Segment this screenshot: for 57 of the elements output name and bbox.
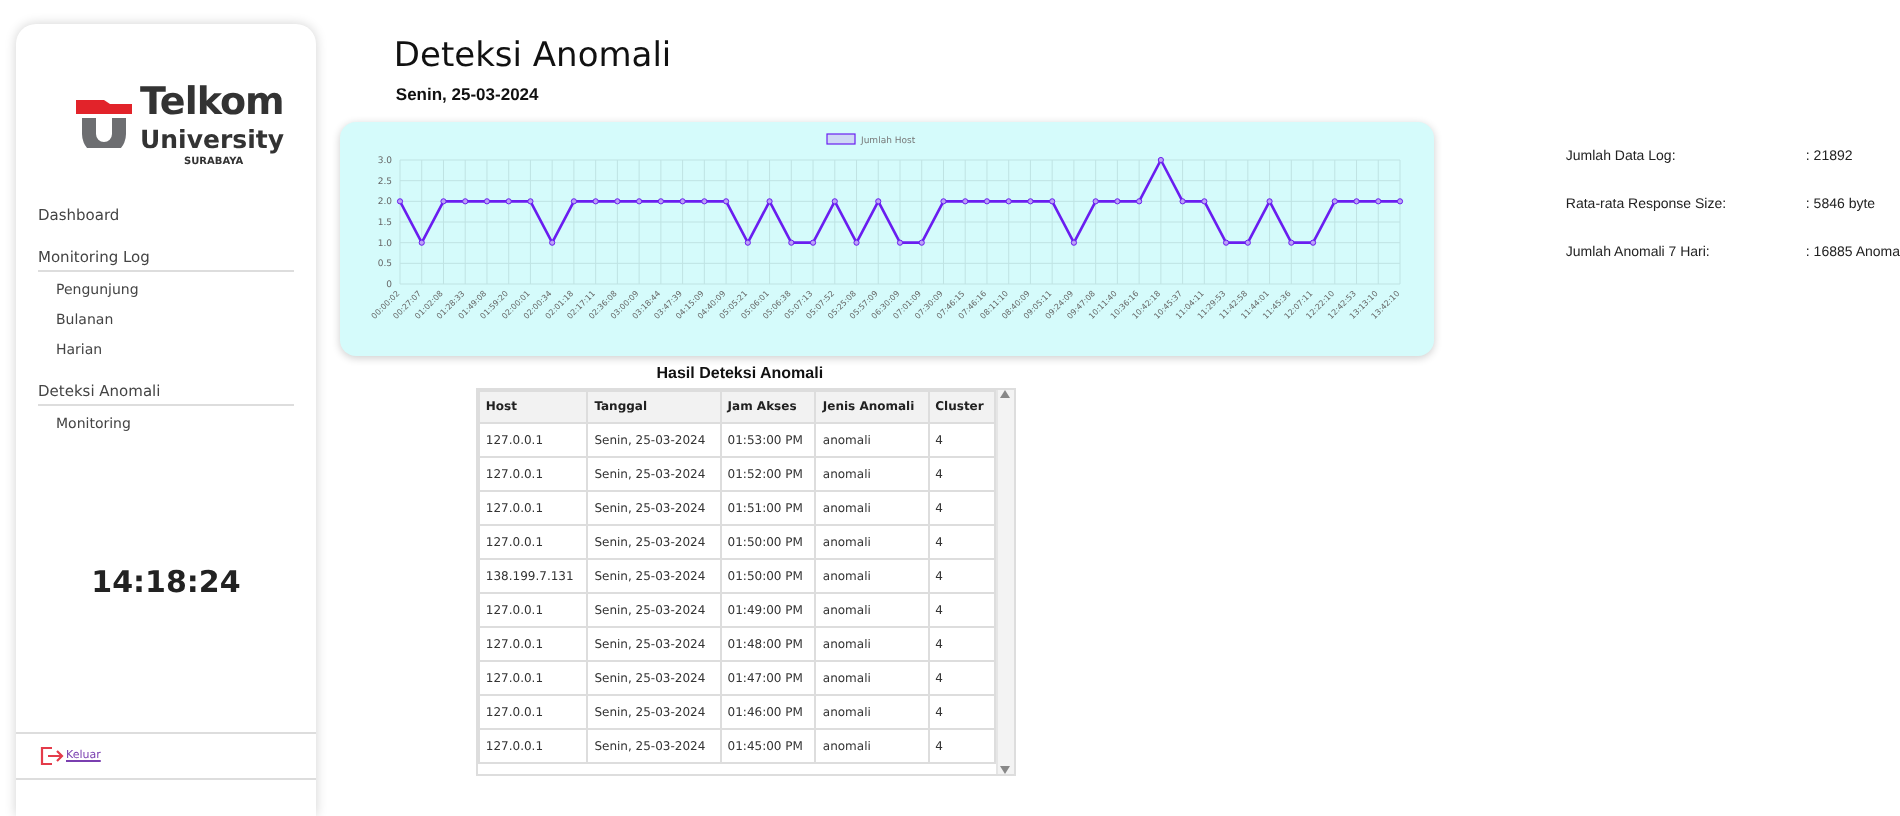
data-point [418,239,425,246]
data-point [766,198,773,205]
data-point [1070,239,1077,246]
data-point [896,239,903,246]
data-point [505,198,512,205]
data-point [1027,198,1034,205]
data-point [679,198,686,205]
date-label: Senin, 25-03-2024 [395,84,541,104]
data-point [570,198,577,205]
data-point [1222,239,1229,246]
data-point [1353,198,1360,205]
data-point [1396,198,1403,205]
data-point [722,198,729,205]
data-point [1048,198,1056,205]
data-point [635,198,643,205]
data-point [788,239,795,246]
data-point [483,198,490,205]
data-point [1114,198,1121,205]
data-point [1201,198,1208,205]
data-point [657,198,664,205]
data-point [701,198,708,205]
logo-name: Telkom [140,80,284,124]
data-point [918,239,925,246]
data-point [461,198,469,205]
data-point [1157,156,1164,164]
data-point [1092,198,1099,205]
logout-icon[interactable] [40,746,64,766]
logo-subtitle: University [140,124,284,154]
data-point [983,198,990,205]
scroll-down-icon[interactable] [1000,766,1011,774]
data-point [961,198,969,205]
data-point [1309,239,1316,246]
data-point [744,239,751,246]
scroll-up-icon[interactable] [1000,390,1011,398]
data-point [831,198,838,205]
clock: 14:18:24 [91,564,241,600]
data-point [940,198,947,205]
table-title: Hasil Deteksi Anomali [656,364,824,382]
data-point [1374,198,1382,205]
data-point [592,198,599,205]
page-title: Deteksi Anomali [393,36,674,76]
data-point [809,239,816,246]
data-point [1244,239,1251,246]
data-point [1288,239,1295,246]
data-point [1179,198,1186,205]
data-point [874,198,882,205]
data-point [853,239,860,246]
data-point [548,239,556,246]
data-point [1135,198,1143,205]
data-point [1266,198,1273,205]
data-point [527,198,534,205]
data-point [440,198,447,205]
data-point [1331,198,1338,205]
data-point [614,198,621,205]
data-point [396,198,403,205]
logo-icon [76,100,132,148]
data-point [1005,198,1012,205]
